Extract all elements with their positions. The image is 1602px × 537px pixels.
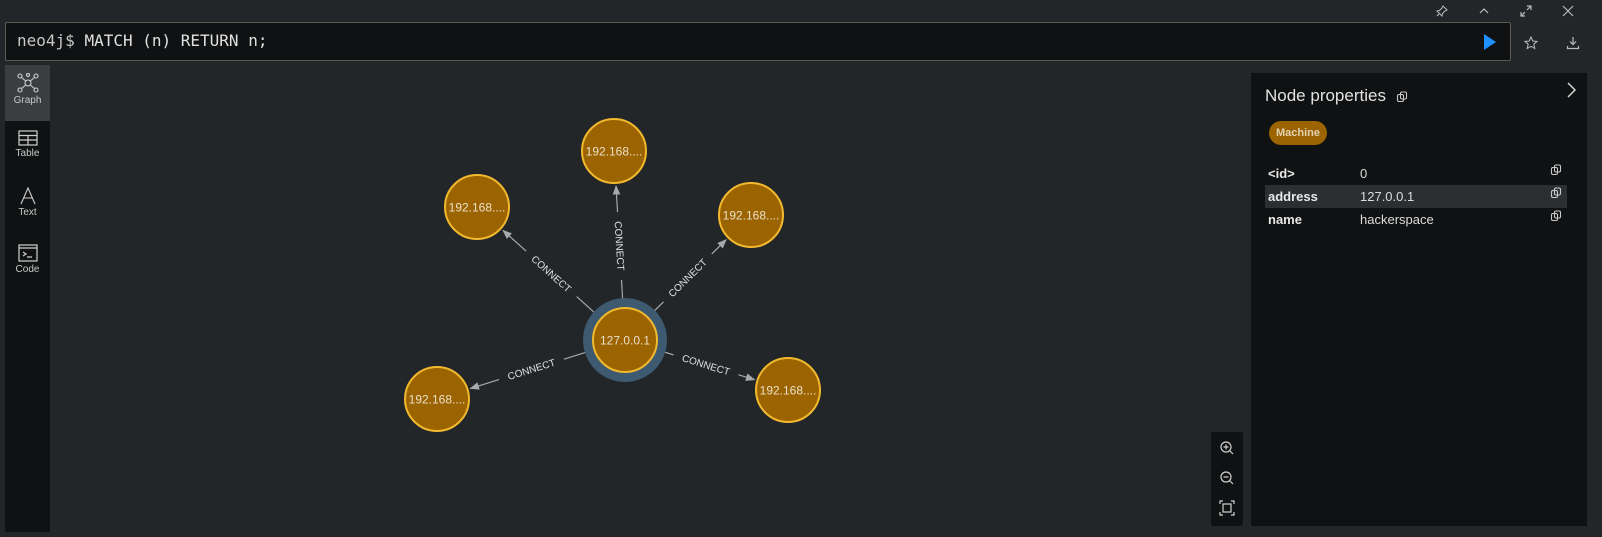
node-label: 192.168.... xyxy=(723,209,780,223)
relationship-label[interactable]: CONNECT xyxy=(529,254,573,295)
graph-node[interactable]: 192.168.... xyxy=(581,118,647,184)
graph-canvas[interactable]: CONNECT CONNECT CONNECT CONNECT CONNECT 127.… xyxy=(50,65,1220,532)
copy-property-button[interactable] xyxy=(1550,163,1562,181)
node-label: 192.168.... xyxy=(586,145,643,159)
view-sidebar: Graph Table Text Code xyxy=(5,65,50,532)
graph-node[interactable]: 192.168.... xyxy=(755,357,821,423)
relationship-label[interactable]: CONNECT xyxy=(667,257,710,300)
graph-node-selected[interactable]: 127.0.0.1 xyxy=(583,298,667,382)
relationship-arrow[interactable] xyxy=(738,373,756,381)
property-row: <id> 0 xyxy=(1265,162,1567,185)
zoom-in-icon xyxy=(1220,441,1234,455)
relationship-label[interactable]: CONNECT xyxy=(507,358,557,383)
table-icon xyxy=(17,130,38,146)
nav-graph-label: Graph xyxy=(13,95,42,106)
property-row: name hackerspace xyxy=(1265,208,1567,231)
relationship-label[interactable]: CONNECT xyxy=(612,221,626,271)
query-input[interactable]: neo4j$ MATCH (n) RETURN n; xyxy=(17,31,267,50)
chevron-up-icon[interactable] xyxy=(1476,3,1492,19)
zoom-in-button[interactable] xyxy=(1219,440,1235,456)
graph-node[interactable]: 192.168.... xyxy=(404,366,470,432)
nav-graph[interactable]: Graph xyxy=(5,65,50,121)
copy-icon xyxy=(1550,164,1562,176)
node-label: 127.0.0.1 xyxy=(600,334,650,348)
zoom-out-button[interactable] xyxy=(1219,470,1235,486)
title-bar xyxy=(0,0,1602,22)
run-icon xyxy=(1484,34,1496,50)
pin-icon[interactable] xyxy=(1434,3,1450,19)
fit-button[interactable] xyxy=(1219,500,1235,516)
run-button[interactable] xyxy=(1482,33,1498,51)
property-key: name xyxy=(1268,212,1302,227)
nav-table[interactable]: Table xyxy=(5,122,50,178)
node-label: 192.168.... xyxy=(760,384,817,398)
node-label: 192.168.... xyxy=(409,393,466,407)
property-key: address xyxy=(1268,189,1318,204)
zoom-controls xyxy=(1211,432,1243,526)
graph-node[interactable]: 192.168.... xyxy=(444,174,510,240)
collapse-panel-button[interactable] xyxy=(1565,81,1577,104)
query-text[interactable]: MATCH (n) RETURN n; xyxy=(84,31,267,50)
favorite-button[interactable] xyxy=(1522,34,1540,52)
graph-node[interactable]: 192.168.... xyxy=(718,182,784,248)
copy-icon xyxy=(1396,91,1408,103)
property-key: <id> xyxy=(1268,166,1295,181)
node-label: 192.168.... xyxy=(449,201,506,215)
copy-property-button[interactable] xyxy=(1550,209,1562,227)
query-editor[interactable]: neo4j$ MATCH (n) RETURN n; xyxy=(5,22,1511,61)
node-properties-panel: Node properties Machine <id> 0 address 1… xyxy=(1251,73,1587,526)
properties-table: <id> 0 address 127.0.0.1 name hackerspac… xyxy=(1265,162,1567,231)
nav-text-label: Text xyxy=(18,207,37,218)
maximize-icon[interactable] xyxy=(1518,3,1534,19)
relationship-label[interactable]: CONNECT xyxy=(680,353,731,378)
nav-code-label: Code xyxy=(15,264,40,275)
property-value: hackerspace xyxy=(1360,212,1434,227)
relationship-arrow[interactable] xyxy=(502,229,527,252)
editor-prompt: neo4j$ xyxy=(17,31,75,50)
download-button[interactable] xyxy=(1564,34,1582,52)
copy-icon xyxy=(1550,210,1562,222)
zoom-out-icon xyxy=(1220,471,1234,485)
relationship-arrow[interactable] xyxy=(469,378,500,390)
copy-property-button[interactable] xyxy=(1550,186,1562,204)
code-icon xyxy=(17,244,38,262)
nav-table-label: Table xyxy=(15,148,40,159)
relationship-arrow[interactable] xyxy=(711,238,727,255)
fit-icon xyxy=(1219,500,1235,516)
property-value: 127.0.0.1 xyxy=(1360,189,1415,204)
chevron-right-icon xyxy=(1567,82,1576,98)
nav-code[interactable]: Code xyxy=(5,236,50,292)
download-icon xyxy=(1566,37,1580,50)
nav-text[interactable]: Text xyxy=(5,179,50,235)
label-badge-machine[interactable]: Machine xyxy=(1269,121,1328,145)
star-icon xyxy=(1524,36,1538,50)
close-icon[interactable] xyxy=(1560,3,1576,19)
relationship-arrow[interactable] xyxy=(612,184,621,213)
copy-all-button[interactable] xyxy=(1396,90,1408,108)
property-row: address 127.0.0.1 xyxy=(1265,185,1567,208)
panel-title: Node properties xyxy=(1265,86,1386,105)
text-icon xyxy=(19,187,36,205)
property-value: 0 xyxy=(1360,166,1368,181)
graph-icon xyxy=(16,73,39,93)
copy-icon xyxy=(1550,187,1562,199)
